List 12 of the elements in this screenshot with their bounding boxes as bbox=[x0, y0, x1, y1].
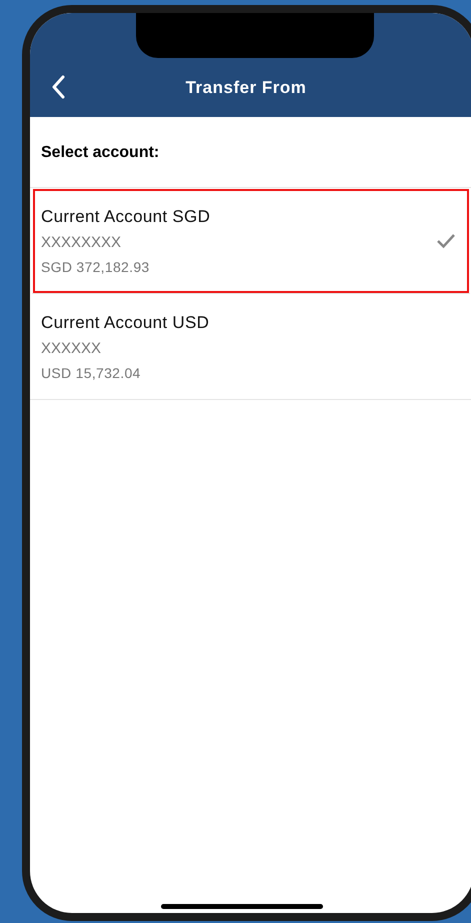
checkmark-icon bbox=[436, 232, 456, 248]
account-row[interactable]: Current Account SGD XXXXXXXX SGD 372,182.93 bbox=[32, 188, 470, 294]
account-balance: USD 15,732.04 bbox=[41, 364, 142, 382]
account-number: XXXXXXXX bbox=[41, 233, 122, 253]
account-balance: SGD 372,182.93 bbox=[41, 258, 150, 276]
chevron-left-icon bbox=[51, 75, 65, 99]
account-row[interactable]: Current Account USD XXXXXX USD 15,732.04 bbox=[30, 294, 471, 400]
screen-title: Transfer From bbox=[186, 76, 306, 98]
select-account-label: Select account: bbox=[30, 117, 471, 188]
account-name: Current Account SGD bbox=[41, 206, 212, 228]
account-name: Current Account USD bbox=[41, 312, 210, 334]
account-number: XXXXXX bbox=[41, 339, 102, 359]
